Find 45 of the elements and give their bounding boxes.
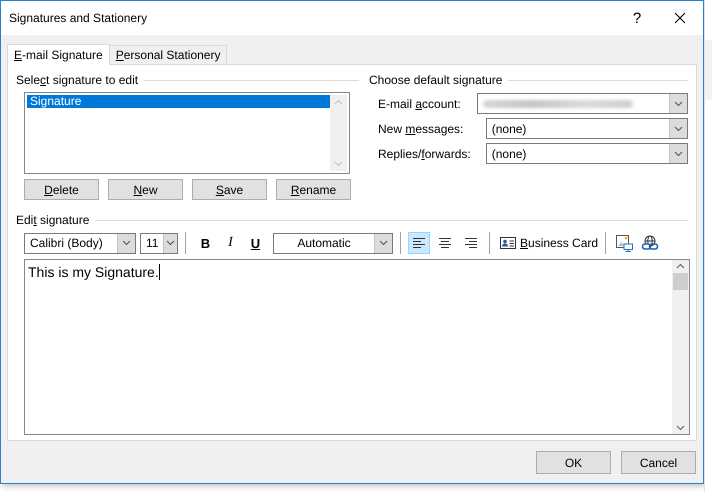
group-label: Edit signature [16,213,90,227]
font-size-dropdown[interactable]: 11 [140,232,178,254]
business-card-button[interactable]: Business Card [497,232,602,254]
help-button[interactable]: ? [617,10,657,26]
font-color-dropdown[interactable]: Automatic [273,232,393,254]
group-label: Choose default signature [369,73,502,87]
group-label: Select signature to edit [16,73,138,87]
align-center-icon [437,237,453,249]
action-button[interactable]: Delete [24,179,99,200]
chevron-down-icon [674,100,683,106]
field-label: E-mail account: [378,96,462,110]
underline-button[interactable]: U [243,232,268,254]
contact-card-icon [500,237,516,249]
signature-dropdown[interactable]: (none) [486,143,688,164]
align-left-button[interactable] [408,232,430,254]
field-label: Replies/forwards: [378,146,472,160]
chevron-down-icon [674,150,683,156]
scroll-up-icon[interactable] [676,263,685,269]
tab[interactable]: E-mail Signature [7,44,110,65]
chevron-down-icon [674,126,683,132]
signature-dropdown[interactable]: (none) [486,118,688,139]
chevron-down-icon [166,240,176,246]
action-button[interactable]: New [108,179,183,200]
account-dropdown[interactable] [476,93,688,114]
hyperlink-icon[interactable] [641,234,660,252]
scroll-down-icon[interactable] [676,425,685,431]
list-item[interactable]: Signature [27,95,330,108]
align-right-icon [463,237,479,249]
chevron-down-icon [379,240,388,246]
font-dropdown[interactable]: Calibri (Body) [24,232,136,254]
window-title: Signatures and Stationery [9,11,148,25]
scrollbar-thumb[interactable] [673,273,688,290]
action-button[interactable]: Save [192,179,267,200]
dialog-button[interactable]: OK [536,451,611,474]
bold-button[interactable]: B [193,232,218,254]
close-icon[interactable] [674,12,686,24]
italic-button[interactable]: I [218,232,243,254]
insert-picture-icon[interactable] [616,234,633,252]
align-left-icon [411,237,427,249]
tab[interactable]: Personal Stationery [108,45,228,64]
chevron-down-icon [122,240,131,246]
action-button[interactable]: Rename [276,179,351,200]
dialog-button[interactable]: Cancel [621,451,696,474]
signature-text: This is my Signature. [28,264,159,280]
field-label: New messages: [378,122,464,136]
